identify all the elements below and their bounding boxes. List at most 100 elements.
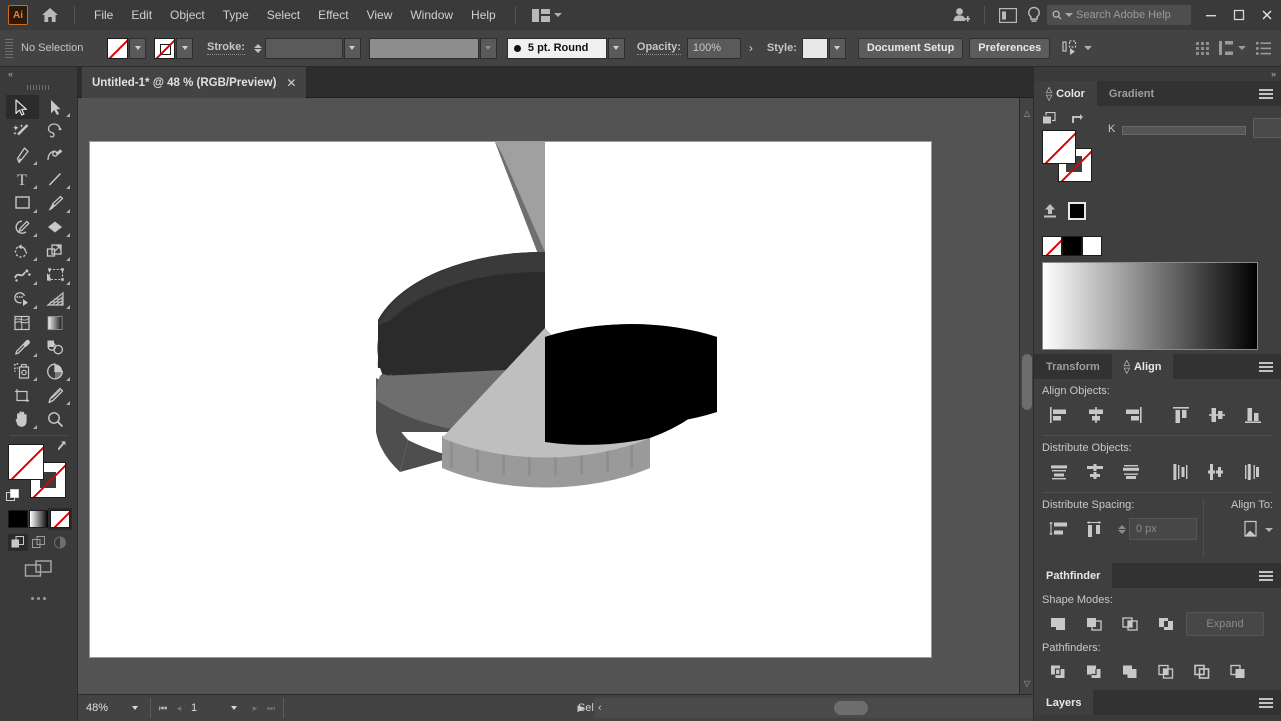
status-menu-arrow-icon[interactable]: ▶ [575, 698, 587, 718]
menu-effect[interactable]: Effect [309, 4, 357, 26]
align-panel-menu-button[interactable] [1251, 354, 1281, 379]
first-artboard-button[interactable]: ⏮ [155, 698, 171, 718]
selection-tool[interactable] [5, 95, 39, 119]
color-panel-menu-button[interactable] [1251, 81, 1281, 106]
pie-chart-artwork[interactable] [90, 142, 933, 659]
black-swatch[interactable] [1062, 236, 1082, 256]
draw-inside-mode[interactable] [50, 534, 70, 551]
horizontal-distribute-space-icon[interactable] [1078, 517, 1114, 541]
perspective-grid-tool[interactable] [39, 287, 72, 311]
slice-tool[interactable] [39, 383, 72, 407]
close-icon[interactable]: ✕ [286, 76, 296, 90]
column-graph-tool[interactable] [39, 359, 72, 383]
hand-tool[interactable] [6, 407, 39, 431]
shape-builder-tool[interactable] [6, 287, 39, 311]
graphic-style-swatch[interactable] [801, 37, 828, 59]
canvas-horizontal-scrollbar[interactable]: ‹ › [594, 698, 1094, 718]
stepper-up-icon[interactable] [1118, 524, 1126, 529]
load-color-up-icon[interactable] [1042, 203, 1058, 219]
more-opacity-options-icon[interactable]: › [745, 41, 757, 55]
eraser-tool[interactable] [39, 215, 72, 239]
fill-stroke-control[interactable] [5, 440, 72, 502]
stepper-down-icon[interactable] [1118, 529, 1126, 534]
stroke-dropdown-button[interactable] [176, 37, 193, 59]
width-tool[interactable] [6, 263, 39, 287]
opacity-input[interactable] [687, 42, 740, 54]
search-input[interactable] [1076, 9, 1186, 21]
tab-gradient[interactable]: Gradient [1096, 81, 1167, 106]
menu-object[interactable]: Object [161, 4, 214, 26]
crop-icon[interactable] [1150, 660, 1186, 684]
artboard-number-value[interactable]: 1 [187, 702, 231, 714]
rotate-tool[interactable] [6, 239, 39, 263]
none-fill-swatch[interactable] [107, 37, 128, 59]
change-screen-mode-button[interactable] [0, 559, 77, 581]
curvature-tool[interactable] [39, 143, 72, 167]
scroll-left-arrow-icon[interactable]: ‹ [598, 702, 602, 714]
home-icon[interactable] [36, 1, 64, 29]
arrange-dropdown[interactable] [1219, 41, 1246, 55]
draw-normal-mode[interactable] [7, 534, 28, 551]
spacing-field[interactable]: 0 px [1129, 518, 1197, 540]
vertical-align-center-icon[interactable] [1200, 403, 1236, 427]
vertical-distribute-top-icon[interactable] [1042, 460, 1078, 484]
swap-fill-stroke-icon[interactable] [1069, 112, 1085, 126]
edit-toolbar-icon[interactable] [0, 597, 77, 600]
blend-tool[interactable] [39, 335, 72, 359]
control-bar-grip[interactable] [4, 37, 13, 59]
menu-help[interactable]: Help [462, 4, 505, 26]
scale-tool[interactable] [39, 239, 72, 263]
tab-color[interactable]: △ ▽ Color [1034, 81, 1097, 106]
horizontal-distribute-left-icon[interactable] [1164, 460, 1200, 484]
draw-behind-mode[interactable] [29, 534, 49, 551]
mesh-tool[interactable] [6, 311, 39, 335]
zoom-level-value[interactable]: 48% [82, 702, 128, 714]
rectangle-tool[interactable] [6, 191, 39, 215]
menu-file[interactable]: File [85, 4, 122, 26]
tab-layers[interactable]: Layers [1034, 690, 1094, 715]
vertical-distribute-center-icon[interactable] [1078, 460, 1114, 484]
menu-type[interactable]: Type [214, 4, 258, 26]
lasso-tool[interactable] [39, 119, 72, 143]
color-fill-swatch[interactable] [1042, 130, 1076, 164]
pen-tool[interactable] [6, 143, 39, 167]
fill-control[interactable] [107, 37, 146, 59]
tab-align[interactable]: △ ▽ Align [1111, 354, 1174, 379]
pathfinder-panel-menu-button[interactable] [1251, 563, 1281, 588]
canvas-vertical-scrollbar[interactable]: △ ▽ [1019, 98, 1033, 694]
spacing-stepper[interactable] [1118, 524, 1126, 534]
stroke-weight-stepper[interactable] [253, 43, 262, 53]
stepper-up-icon[interactable] [253, 43, 262, 48]
document-tab[interactable]: Untitled-1* @ 48 % (RGB/Preview) ✕ [82, 67, 307, 98]
last-color-swatch[interactable] [1068, 202, 1086, 220]
fill-dropdown-button[interactable] [129, 37, 146, 59]
tab-transform[interactable]: Transform [1034, 354, 1112, 379]
outline-icon[interactable] [1186, 660, 1222, 684]
search-scope-chevron-icon[interactable] [1065, 13, 1073, 17]
workspace-switcher[interactable] [526, 8, 568, 22]
opacity-field[interactable] [686, 37, 741, 59]
white-swatch[interactable] [1082, 236, 1102, 256]
brush-definition-dropdown-button[interactable] [607, 37, 625, 59]
chevron-down-icon[interactable] [132, 706, 138, 710]
scroll-down-arrow-icon[interactable]: ▽ [1020, 676, 1033, 690]
style-dropdown-button[interactable] [828, 37, 846, 59]
horizontal-align-right-icon[interactable] [1114, 403, 1150, 427]
previous-artboard-button[interactable]: ◂ [171, 698, 187, 718]
color-fill-stroke-group[interactable] [1042, 112, 1104, 186]
swap-fill-stroke-icon[interactable] [57, 440, 72, 453]
merge-icon[interactable] [1114, 660, 1150, 684]
gradient-swatch[interactable] [28, 510, 49, 528]
stroke-weight-dropdown-button[interactable] [343, 37, 361, 59]
brush-definition-field[interactable]: 5 pt. Round [506, 37, 607, 59]
align-to-dropdown[interactable] [1210, 517, 1273, 540]
unite-icon[interactable] [1042, 612, 1078, 636]
stroke-profile-dropdown-button[interactable] [479, 37, 497, 59]
tools-panel-grip[interactable] [0, 81, 77, 93]
artboard-tool[interactable] [6, 383, 39, 407]
vertical-scroll-thumb[interactable] [1022, 354, 1032, 410]
document-setup-button[interactable]: Document Setup [857, 37, 964, 59]
vertical-distribute-bottom-icon[interactable] [1114, 460, 1150, 484]
direct-selection-tool[interactable] [39, 95, 72, 119]
minus-back-icon[interactable] [1222, 660, 1258, 684]
